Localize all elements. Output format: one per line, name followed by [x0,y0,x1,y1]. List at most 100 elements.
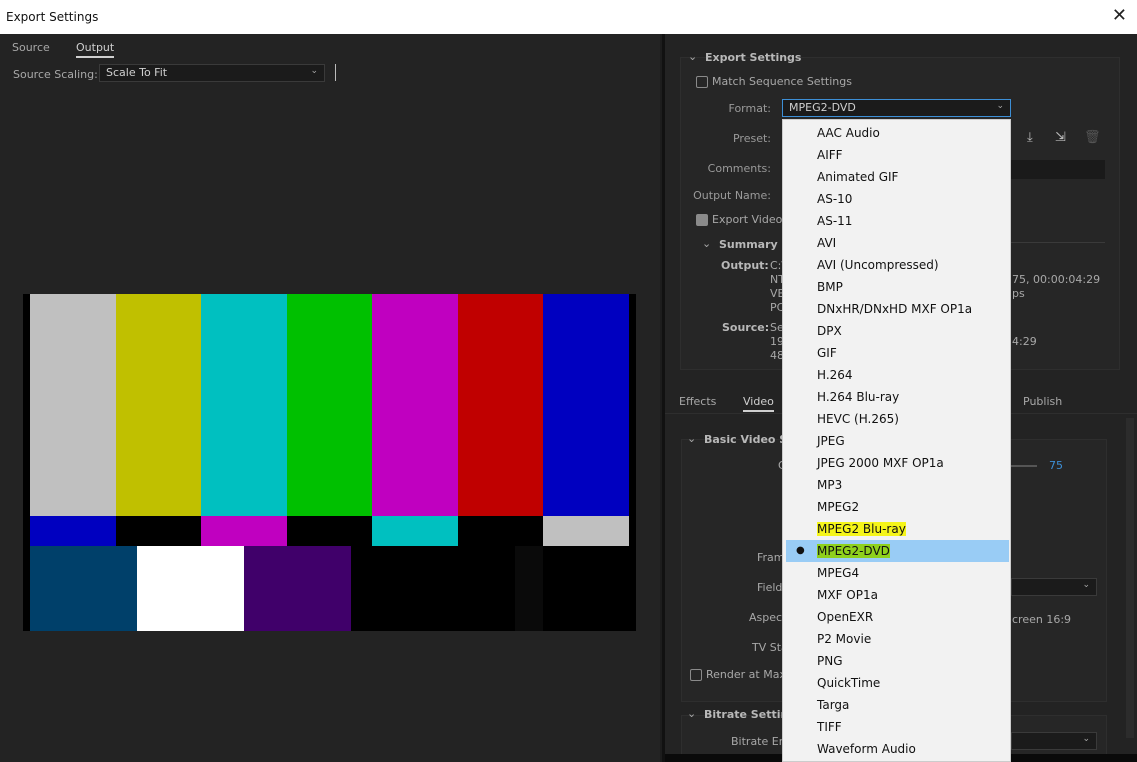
chevron-down-icon[interactable]: ⌄ [688,50,697,63]
format-option-label: DNxHR/DNxHD MXF OP1a [817,302,973,316]
color-bar-bottom [351,546,433,631]
format-option[interactable]: PNG [783,650,1010,672]
field-order-label: Field [757,581,783,594]
format-option[interactable]: TIFF [783,716,1010,738]
format-option[interactable]: MXF OP1a [783,584,1010,606]
comments-label: Comments: [707,162,771,175]
checkbox[interactable] [696,76,708,88]
format-option[interactable]: DNxHR/DNxHD MXF OP1a [783,298,1010,320]
format-option[interactable]: H.264 Blu-ray [783,386,1010,408]
close-icon[interactable]: ✕ [1112,5,1127,26]
tab-effects[interactable]: Effects [679,395,716,408]
divider [335,64,336,81]
format-option[interactable]: AVI (Uncompressed) [783,254,1010,276]
format-option[interactable]: Targa [783,694,1010,716]
format-option[interactable]: QuickTime [783,672,1010,694]
color-bar-middle [115,516,202,546]
format-option[interactable]: OpenEXR [783,606,1010,628]
format-option[interactable]: MPEG2 [783,496,1010,518]
save-preset-icon[interactable]: ⤓ [1027,130,1033,145]
format-option[interactable]: JPEG 2000 MXF OP1a [783,452,1010,474]
summary-line: ps [1012,287,1025,300]
field-order-select[interactable]: ⌄ [1011,578,1097,596]
format-option-label: MPEG2-DVD [817,544,890,558]
comments-input[interactable] [1011,160,1105,179]
color-bar-middle [30,516,117,546]
color-bar [286,294,373,516]
tab-video[interactable]: Video [743,395,774,412]
color-bar-middle [372,516,459,546]
format-select[interactable]: MPEG2-DVD ⌄ [782,99,1011,117]
format-option[interactable]: H.264 [783,364,1010,386]
chevron-down-icon[interactable]: ⌄ [687,707,696,720]
chevron-down-icon[interactable]: ⌄ [687,432,696,445]
scrollbar[interactable] [1126,418,1134,738]
format-option[interactable]: MPEG4 [783,562,1010,584]
format-option[interactable]: GIF [783,342,1010,364]
title-bar: Export Settings ✕ [0,0,1137,34]
preset-label: Preset: [732,132,771,145]
output-name-label: Output Name: [693,189,771,202]
render-max-checkbox[interactable]: Render at Maxi [690,668,789,681]
format-dropdown-list[interactable]: AAC Audio AIFF Animated GIF AS-10 AS-11 AVI AV… [782,119,1011,762]
quality-slider[interactable] [1011,465,1037,467]
format-option[interactable]: AVI [783,232,1010,254]
color-bar [201,294,288,516]
delete-preset-icon[interactable]: 🗑 [1084,130,1101,145]
frame-rate-label: Fram [757,551,785,564]
chevron-down-icon[interactable]: ⌄ [702,237,711,250]
chevron-down-icon: ⌄ [310,66,318,76]
color-bar [543,294,630,516]
format-option[interactable]: DPX [783,320,1010,342]
format-option[interactable]: Animated GIF [783,166,1010,188]
format-option[interactable]: AAC Audio [783,122,1010,144]
tab-publish[interactable]: Publish [1023,395,1062,408]
aspect-value: creen 16:9 [1012,613,1072,626]
format-option[interactable]: P2 Movie [783,628,1010,650]
color-bar [30,294,117,516]
color-bar-bottom [137,546,244,631]
format-option-label: H.264 [817,368,853,382]
format-option[interactable]: AS-10 [783,188,1010,210]
format-option-label: HEVC (H.265) [817,412,899,426]
color-bar-bottom [515,546,543,631]
format-option-label: AVI (Uncompressed) [817,258,939,272]
checkbox[interactable] [696,214,708,226]
export-video-checkbox[interactable]: Export Video [696,213,782,226]
format-option[interactable]: JPEG [783,430,1010,452]
bitrate-title: Bitrate Settin [704,708,789,721]
format-option[interactable]: ● MPEG2-DVD [786,540,1009,562]
color-bar-middle [201,516,288,546]
color-bar-middle [543,516,630,546]
tab-output[interactable]: Output [76,41,115,58]
format-option[interactable]: BMP [783,276,1010,298]
format-option-label: GIF [817,346,837,360]
format-option-label: MPEG2 [817,500,860,514]
source-scaling-select[interactable]: Scale To Fit ⌄ [99,64,325,82]
format-option[interactable]: MPEG2 Blu-ray [783,518,1010,540]
bitrate-encoding-select[interactable]: ⌄ [1011,732,1097,750]
format-option[interactable]: Waveform Audio [783,738,1010,760]
chevron-down-icon: ⌄ [996,101,1004,111]
format-option-label: Animated GIF [817,170,899,184]
match-sequence-checkbox[interactable]: Match Sequence Settings [696,75,852,88]
format-option-label: OpenEXR [817,610,874,624]
checkbox[interactable] [690,669,702,681]
format-option-label: AIFF [817,148,843,162]
format-option-label: JPEG [817,434,845,448]
summary-line: 75, 00:00:04:29 [1012,273,1101,286]
quality-value[interactable]: 75 [1049,459,1063,472]
color-bar-bottom [244,546,351,631]
format-option[interactable]: AIFF [783,144,1010,166]
format-option-label: MPEG4 [817,566,860,580]
format-option-label: MP3 [817,478,843,492]
format-option-label: H.264 Blu-ray [817,390,900,404]
tab-source[interactable]: Source [12,41,50,54]
format-option[interactable]: AS-11 [783,210,1010,232]
import-preset-icon[interactable]: ⇲ [1055,130,1066,145]
format-option-label: AS-10 [817,192,853,206]
format-option[interactable]: MP3 [783,474,1010,496]
format-option[interactable]: HEVC (H.265) [783,408,1010,430]
color-bar-middle [286,516,373,546]
color-bar-bottom [30,546,137,631]
